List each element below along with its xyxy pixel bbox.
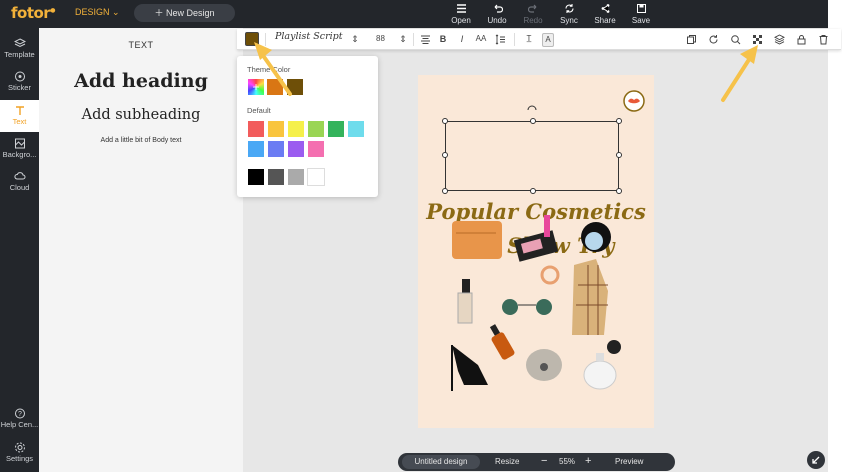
resize-handle[interactable] [442,118,448,124]
resize-handle[interactable] [442,152,448,158]
sync-button[interactable]: Sync [551,2,587,25]
lips-sticker-icon[interactable] [623,90,645,112]
chevron-down-icon: ⌄ [112,7,120,17]
neutral-color-swatch[interactable] [287,168,305,186]
default-color-swatch[interactable] [247,140,265,158]
left-rail: Template Sticker Text Backgro... Cloud ?… [0,28,39,472]
bold-icon[interactable]: B [437,33,449,45]
align-center-icon[interactable] [420,34,431,45]
design-title[interactable]: Untitled design [402,455,480,469]
resize-handle[interactable] [442,188,448,194]
open-button[interactable]: Open [443,2,479,25]
fotor-logo[interactable]: fotor● [11,4,55,22]
resize-handle[interactable] [530,188,536,194]
arrow-annotation-icon [254,42,292,96]
design-menu[interactable]: DESIGN ⌄ [75,7,120,18]
default-color-label: Default [247,106,271,115]
cosmetics-illustration[interactable] [448,215,638,395]
text-case-icon[interactable]: AA [475,33,487,45]
rail-item-help[interactable]: ? Help Cen... [0,408,39,429]
lock-icon[interactable] [796,34,807,45]
default-color-swatch[interactable] [307,120,325,138]
bottom-bar: Untitled design Resize − 55% + Preview [398,453,675,471]
resize-handle[interactable] [616,152,622,158]
new-design-button[interactable]: ＋ New Design [134,4,235,22]
text-icon [15,106,24,115]
line-spacing-icon[interactable] [495,34,506,45]
neutral-color-swatch[interactable] [247,168,265,186]
side-panel-handle[interactable] [828,0,842,472]
text-spacing-icon[interactable]: T̲ [523,33,535,45]
zoom-level: 55% [559,457,576,466]
font-size-input[interactable]: 88 [376,34,385,43]
default-color-swatch[interactable] [347,120,365,138]
font-stepper-icon[interactable]: ⇕ [349,33,361,45]
duplicate-icon[interactable] [686,34,697,45]
layers-icon [13,38,26,48]
arrow-annotation-icon [721,45,758,102]
top-bar: fotor● DESIGN ⌄ ＋ New Design Open Undo R… [0,0,828,28]
save-button[interactable]: Save [623,2,659,25]
zoom-in-button[interactable]: + [585,455,591,467]
gear-icon [14,442,25,453]
default-color-swatch[interactable] [327,120,345,138]
panel-title: TEXT [128,40,154,50]
expand-arrow-icon [812,456,820,464]
sticker-icon [14,71,25,82]
zoom-out-button[interactable]: − [541,455,547,467]
divider [514,33,515,46]
top-tools: Open Undo Redo Sync Share Save [443,2,659,25]
default-color-swatch[interactable] [267,140,285,158]
share-button[interactable]: Share [587,2,623,25]
rail-item-template[interactable]: Template [0,38,39,59]
preview-button[interactable]: Preview [615,457,643,466]
text-selection-box[interactable] [442,118,622,194]
resize-handle[interactable] [616,118,622,124]
save-icon [636,4,646,13]
rail-item-background[interactable]: Backgro... [0,138,39,159]
neutral-color-swatch[interactable] [267,168,285,186]
default-color-swatch[interactable] [307,140,325,158]
rail-item-cloud[interactable]: Cloud [0,171,39,192]
default-color-swatch[interactable] [287,120,305,138]
resize-handle[interactable] [616,188,622,194]
trash-icon[interactable] [818,34,829,45]
add-body-text-preset[interactable]: Add a little bit of Body text [39,137,243,144]
help-icon: ? [14,408,25,419]
undo-icon [494,4,503,13]
default-color-swatch[interactable] [267,120,285,138]
menu-icon [456,4,466,13]
text-effects-icon[interactable]: A [542,33,554,47]
italic-icon[interactable]: I [456,33,468,45]
divider [413,33,414,46]
layers-icon[interactable] [774,34,785,45]
share-icon [601,4,609,13]
resize-button[interactable]: Resize [495,457,519,466]
default-color-swatch[interactable] [247,120,265,138]
svg-text:?: ? [18,411,22,418]
rotate-handle-icon[interactable] [526,105,538,113]
rail-item-settings[interactable]: Settings [0,442,39,463]
default-color-swatch[interactable] [287,140,305,158]
rail-item-text[interactable]: Text [0,100,39,132]
collapse-button[interactable] [807,451,825,469]
rail-item-sticker[interactable]: Sticker [0,71,39,92]
sync-icon [564,4,574,13]
redo-button[interactable]: Redo [515,2,551,25]
redo-icon [527,4,536,13]
cloud-icon [13,172,25,180]
text-panel: TEXT Add heading Add subheading Add a li… [39,28,243,472]
add-heading-preset[interactable]: Add heading [39,70,243,92]
resize-handle[interactable] [530,118,536,124]
size-stepper-icon[interactable]: ⇕ [397,33,409,45]
undo-button[interactable]: Undo [479,2,515,25]
neutral-color-swatch[interactable] [307,168,325,186]
add-subheading-preset[interactable]: Add subheading [39,107,243,123]
background-icon [14,138,25,149]
